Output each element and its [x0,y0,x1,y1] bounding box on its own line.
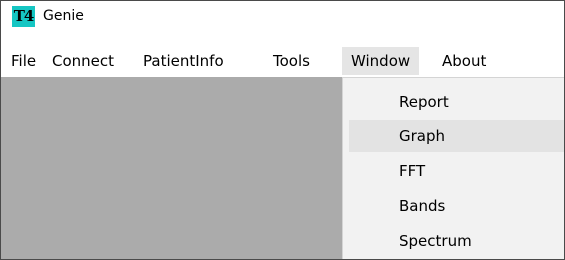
menu-item-spectrum[interactable]: Spectrum [349,225,564,257]
window-dropdown-menu: Report Graph FFT Bands Spectrum [342,77,564,259]
menu-window[interactable]: Window [342,47,420,75]
menu-item-label: Bands [399,197,446,215]
menu-item-label: FFT [399,162,426,180]
menu-bar: File Connect PatientInfo Tools Window Ab… [1,47,564,77]
menu-file[interactable]: File [11,47,36,75]
menu-item-label: Spectrum [399,232,472,250]
window-title: Genie [43,8,84,24]
menu-item-report[interactable]: Report [349,86,564,118]
menu-item-label: Graph [399,127,446,145]
title-bar: T4 Genie [1,1,564,31]
menu-item-label: Report [399,93,449,111]
app-window: T4 Genie File Connect PatientInfo Tools … [0,0,565,260]
menu-tools[interactable]: Tools [273,47,310,75]
menu-patientinfo[interactable]: PatientInfo [143,47,224,75]
menu-item-bands[interactable]: Bands [349,190,564,222]
app-logo-icon: T4 [12,6,35,27]
menu-about[interactable]: About [442,47,486,75]
menu-item-fft[interactable]: FFT [349,155,564,187]
menu-connect[interactable]: Connect [52,47,114,75]
menu-item-graph[interactable]: Graph [349,120,564,152]
